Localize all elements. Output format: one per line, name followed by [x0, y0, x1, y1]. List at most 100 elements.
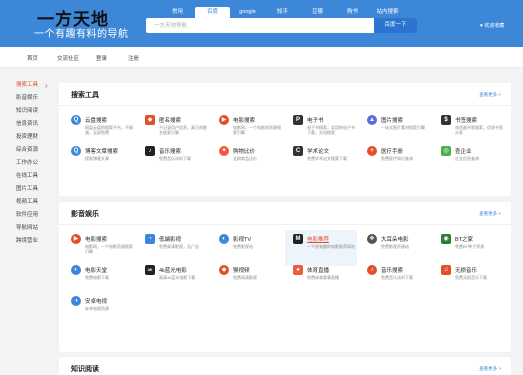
site-description: 企业信息查询: [455, 156, 479, 161]
view-more-link[interactable]: 查看更多 >: [479, 211, 501, 217]
site-description: 网盘云盘的搜索平台，不限速，全部免费: [85, 125, 133, 135]
sidebar-item-2[interactable]: 知识阅读: [0, 105, 56, 118]
search-button[interactable]: 百度一下: [374, 18, 417, 33]
sports-icon: ●: [293, 265, 303, 275]
site-description: 安卓电视资源: [85, 306, 109, 311]
sidebar-item-6[interactable]: 工作办公: [0, 157, 56, 170]
search-tab-0[interactable]: 常用: [160, 7, 195, 18]
site-description: 搜索博客文章: [85, 156, 109, 161]
section-search-tools: 搜索工具 查看更多 > Q 云盘搜索 网盘云盘的搜索平台，不限速，全部免费 ◆ 匿名搜索…: [59, 83, 511, 196]
site-description: 免费学术论文搜索下载: [307, 156, 347, 161]
search-input[interactable]: [146, 18, 374, 33]
site-name: 4k蓝光电影: [159, 268, 187, 274]
site-card[interactable]: ◆ 猴视频 免费高清影视: [211, 261, 283, 297]
sidebar-item-1[interactable]: 影音娱乐: [0, 92, 56, 105]
site-description: 电影网，一个电影的资源搜索引擎: [233, 125, 281, 135]
site-name: 音乐搜索: [159, 149, 182, 155]
monkey-icon: ◆: [219, 265, 229, 275]
site-card[interactable]: ♫ 无损音乐 免费无损音乐下载: [433, 261, 505, 297]
sidebar-item-8[interactable]: 图片工具: [0, 183, 56, 196]
medical-icon: +: [367, 146, 377, 156]
site-card[interactable]: Q 博客文章搜索 搜索博客文章: [63, 142, 135, 178]
movie-heaven-icon: ◐: [71, 265, 81, 275]
nav-community[interactable]: 交流社区: [57, 54, 79, 62]
site-card[interactable]: ♪ 音乐搜索 免费音乐试听下载: [137, 142, 209, 178]
site-card[interactable]: + 医疗手册 免费医疗知识查询: [359, 142, 431, 178]
site-description: 全网商品比价: [233, 156, 257, 161]
section-reading: 知识阅读 查看更多 >: [59, 357, 511, 375]
site-name: 图片搜索: [381, 118, 404, 124]
site-description: 免费BT种子资源: [455, 244, 485, 249]
search-tab-3[interactable]: 知乎: [265, 7, 300, 18]
site-description: 浏览器书签搜索，优质书签分享: [455, 125, 503, 135]
site-card[interactable]: ✦ 购物比价 全网商品比价: [211, 142, 283, 178]
sidebar-item-3[interactable]: 信息资讯: [0, 118, 56, 131]
site-card[interactable]: 4K 4k蓝光电影 高清4k蓝光电影下载: [137, 261, 209, 297]
site-name: 电影搜索: [85, 237, 108, 243]
search-tab-2[interactable]: google: [230, 7, 265, 18]
site-description: 电子书搜索，实用的电子书下载，文档搜索: [307, 125, 355, 135]
film-icon: ▶: [71, 234, 81, 244]
section-entertainment: 影音娱乐 查看更多 > ▶ 电影搜索 电影网，一个电影资源搜索引擎 ◔ 低端影视 免费高清…: [59, 202, 511, 352]
sidebar-item-10[interactable]: 软件应用: [0, 209, 56, 222]
site-name: 博客文章搜索: [85, 149, 119, 155]
search-tab-4[interactable]: 豆瓣: [300, 7, 335, 18]
search-box: 百度一下: [146, 18, 417, 33]
search-tab-6[interactable]: 站内搜索: [370, 7, 405, 18]
sidebar-item-4[interactable]: 投资理财: [0, 131, 56, 144]
sidebar-item-7[interactable]: 在线工具: [0, 170, 56, 183]
section-title: 搜索工具: [71, 92, 99, 99]
site-description: 免费无损音乐下载: [455, 275, 487, 280]
film-icon: ▶: [219, 115, 229, 125]
site-name: 体育直播: [307, 268, 330, 274]
article-search-icon: Q: [71, 146, 81, 156]
view-more-link[interactable]: 查看更多 >: [479, 366, 501, 372]
company-icon: ◎: [441, 146, 451, 156]
search-tab-1[interactable]: 百度: [195, 7, 230, 18]
music-icon: ♪: [367, 265, 377, 275]
search-tab-5[interactable]: 购书: [335, 7, 370, 18]
site-name: 电影推荐: [307, 237, 330, 243]
site-description: 免费高清影视: [233, 275, 257, 280]
sidebar-item-11[interactable]: 导航网站: [0, 222, 56, 235]
sidebar-item-0[interactable]: 搜索工具: [0, 79, 56, 92]
site-card[interactable]: ◎ 查企业 企业信息查询: [433, 142, 505, 178]
4k-icon: 4K: [145, 265, 155, 275]
site-name: 无损音乐: [455, 268, 478, 274]
site-description: 免费音乐试听下载: [159, 156, 191, 161]
shield-icon: ◆: [145, 115, 155, 125]
sidebar-item-12[interactable]: 跨境营业: [0, 235, 56, 248]
site-name: 猴视频: [233, 268, 250, 274]
site-name: BT之家: [455, 237, 474, 243]
site-name: 大耳朵电影: [381, 237, 409, 243]
site-description: 一站式图片素材搜索引擎: [381, 125, 425, 130]
site-name: 电子书: [307, 118, 324, 124]
paper-icon: C: [293, 146, 303, 156]
site-name: 匿名搜索: [159, 118, 182, 124]
site-card[interactable]: ♪ 音乐搜索 免费音乐试听下载: [359, 261, 431, 297]
nav-login[interactable]: 登录: [96, 54, 107, 62]
site-description: 高清4k蓝光电影下载: [159, 275, 196, 280]
bookmark-link[interactable]: ♥ 欢迎收藏: [480, 22, 504, 29]
view-more-link[interactable]: 查看更多 >: [479, 92, 501, 98]
bookmark-icon: $: [441, 115, 451, 125]
sidebar-item-9[interactable]: 视频工具: [0, 196, 56, 209]
music-icon: ♪: [145, 146, 155, 156]
site-card[interactable]: ◑ 安卓电视 安卓电视资源: [63, 292, 135, 328]
ear-icon: ❖: [367, 234, 377, 244]
site-name: 安卓电视: [85, 299, 108, 305]
lossless-music-icon: ♫: [441, 265, 451, 275]
site-name: 电影天堂: [85, 268, 108, 274]
site-name: 低端影视: [159, 237, 182, 243]
site-name: 音乐搜索: [381, 268, 404, 274]
search-engine-tabs: 常用 百度 google 知乎 豆瓣 购书 站内搜索: [160, 7, 405, 18]
m-logo-icon: M: [293, 234, 303, 244]
site-name: 查企业: [455, 149, 472, 155]
shopping-icon: ✦: [219, 146, 229, 156]
header: 一方天地 一个有趣有料的导航 常用百度google知乎豆瓣购书站内搜索 百度一下…: [0, 0, 523, 47]
sidebar-item-5[interactable]: 综合资源: [0, 144, 56, 157]
nav-register[interactable]: 注册: [128, 54, 139, 62]
site-card[interactable]: ● 体育直播 免费体育赛事直播: [285, 261, 357, 297]
nav-home[interactable]: 首页: [27, 54, 38, 62]
site-card[interactable]: C 学术论文 免费学术论文搜索下载: [285, 142, 357, 178]
